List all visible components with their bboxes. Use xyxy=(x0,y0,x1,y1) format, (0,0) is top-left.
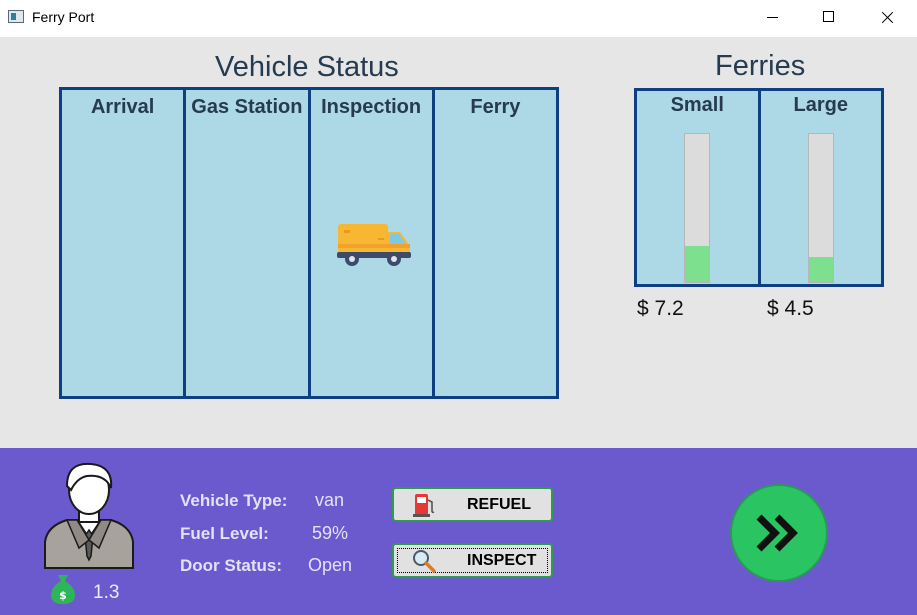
refuel-button[interactable]: REFUEL xyxy=(392,487,553,522)
ferries-table: Small Large xyxy=(634,88,884,287)
column-inspection: Inspection xyxy=(311,90,435,396)
fuel-pump-icon xyxy=(413,494,435,517)
fuel-level-label: Fuel Level: xyxy=(180,524,269,543)
gauge-fill xyxy=(685,246,710,282)
column-header: Inspection xyxy=(321,96,422,118)
svg-text:$: $ xyxy=(59,589,67,602)
ferry-large: Large xyxy=(761,91,882,284)
van-icon[interactable] xyxy=(336,220,412,268)
maximize-button[interactable] xyxy=(806,0,852,36)
ferry-capacity-gauge xyxy=(684,133,711,283)
ferry-small-price: $ 7.2 xyxy=(637,297,684,320)
businessman-avatar-icon xyxy=(44,462,134,569)
app-icon xyxy=(8,10,24,23)
vehicle-status-title: Vehicle Status xyxy=(215,51,399,83)
money-bag-icon: $ xyxy=(51,575,75,604)
inspect-label: INSPECT xyxy=(467,552,537,569)
magnifier-icon xyxy=(413,550,436,573)
door-status-label: Door Status: xyxy=(180,556,282,575)
vehicle-status-table: Arrival Gas Station Inspection Ferry xyxy=(59,87,559,399)
title-bar: Ferry Port xyxy=(0,0,917,36)
window-title: Ferry Port xyxy=(32,9,95,25)
column-gas-station: Gas Station xyxy=(186,90,311,396)
close-button[interactable] xyxy=(864,0,910,36)
ferry-large-price: $ 4.5 xyxy=(767,297,814,320)
column-arrival: Arrival xyxy=(62,90,187,396)
vehicle-type-label: Vehicle Type: xyxy=(180,491,288,510)
ferry-name: Small xyxy=(670,94,724,116)
column-header: Ferry xyxy=(470,96,521,118)
column-header: Arrival xyxy=(90,96,155,118)
minimize-button[interactable] xyxy=(749,0,795,36)
ferry-capacity-gauge xyxy=(807,133,834,283)
inspect-button[interactable]: INSPECT xyxy=(392,543,553,578)
door-status-value: Open xyxy=(308,555,353,575)
fast-forward-icon xyxy=(756,514,798,552)
refuel-label: REFUEL xyxy=(467,496,531,513)
player-money: 1.3 xyxy=(93,582,120,603)
ferry-name: Large xyxy=(793,94,848,116)
control-panel: $ 1.3 Vehicle Type: van Fuel Level: 59% … xyxy=(0,448,917,615)
main-area: Vehicle Status Ferries Arrival Gas Stati… xyxy=(0,37,917,448)
ferries-title: Ferries xyxy=(715,50,806,82)
vehicle-type-value: van xyxy=(315,490,345,510)
ferry-small: Small xyxy=(637,91,761,284)
fuel-level-value: 59% xyxy=(312,523,349,543)
gauge-fill xyxy=(808,256,833,282)
column-ferry: Ferry xyxy=(435,90,556,396)
column-header: Gas Station xyxy=(191,96,303,118)
next-button[interactable] xyxy=(730,484,828,582)
